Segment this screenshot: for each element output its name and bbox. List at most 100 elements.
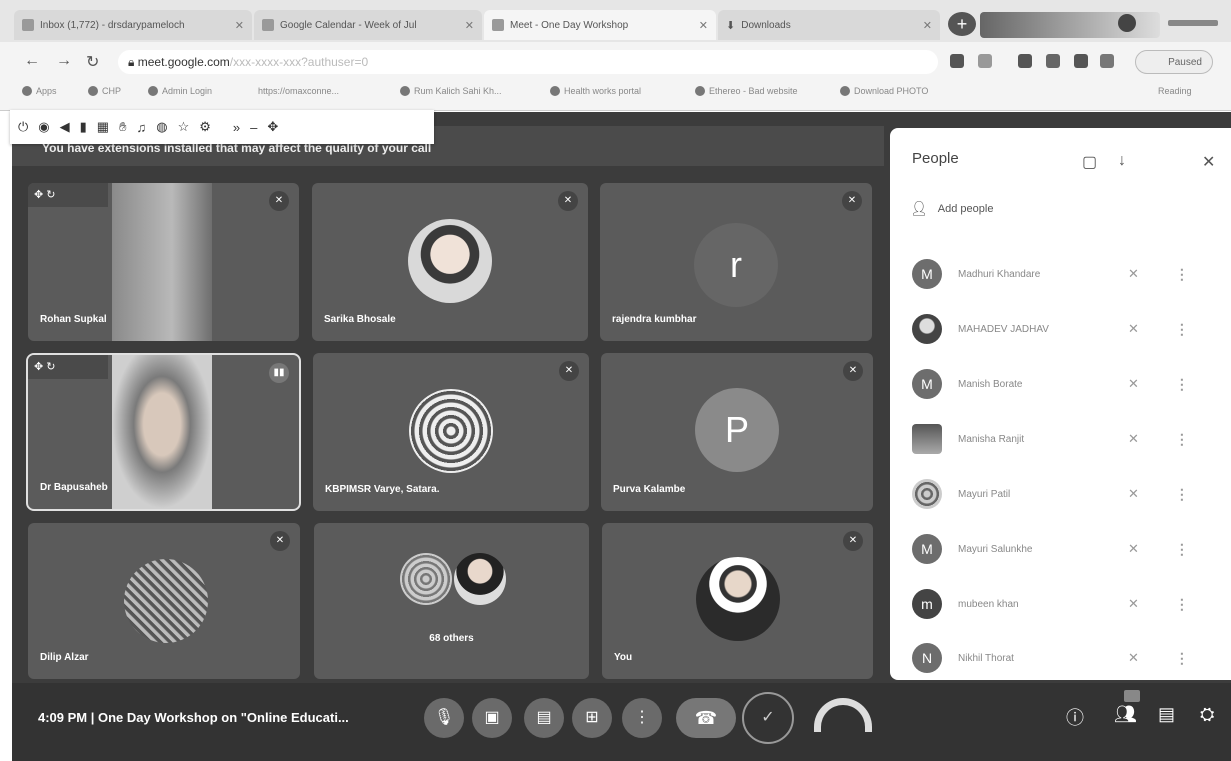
- camera-toggle-button[interactable]: ▣: [472, 698, 512, 738]
- forward-icon[interactable]: →: [56, 52, 72, 70]
- more-options-icon[interactable]: ⋮: [1175, 596, 1189, 613]
- check-icon[interactable]: ✓: [742, 692, 794, 744]
- participant-row[interactable]: Mayuri Patil ✕ ⋮: [900, 474, 1220, 514]
- extension-icon[interactable]: [950, 54, 964, 68]
- puzzle-icon[interactable]: [1100, 54, 1114, 68]
- window-controls[interactable]: [1168, 20, 1218, 26]
- bookmark-label: CHP: [102, 86, 122, 96]
- hand-icon[interactable]: ✋︎: [119, 119, 126, 135]
- close-icon[interactable]: ✕: [1202, 152, 1215, 172]
- mic-icon[interactable]: ♫: [137, 120, 147, 135]
- browser-tab[interactable]: Inbox (1,772) - drsdarypameloch ✕: [14, 10, 252, 40]
- chat-icon[interactable]: ▤: [1158, 704, 1175, 725]
- participant-tile[interactable]: ✕ Sarika Bhosale: [312, 183, 588, 341]
- star-icon[interactable]: ☆: [178, 119, 190, 135]
- gear-icon[interactable]: ⚙: [199, 119, 211, 135]
- participant-row[interactable]: m mubeen khan ✕ ⋮: [900, 584, 1220, 624]
- participant-row[interactable]: M Manish Borate ✕ ⋮: [900, 364, 1220, 404]
- bookmark-item[interactable]: CHP: [88, 86, 121, 96]
- more-options-icon[interactable]: ⋮: [1175, 266, 1189, 283]
- bookmark-item[interactable]: Health works portal: [550, 86, 641, 96]
- meet-icon: [492, 19, 504, 31]
- more-options-icon[interactable]: ⋮: [1175, 650, 1189, 667]
- speaker-icon[interactable]: ◀: [60, 119, 70, 135]
- lock-icon: 🔒︎: [128, 55, 138, 69]
- participant-name: rajendra kumbhar: [612, 314, 697, 325]
- add-people-button[interactable]: 👤︎ Add people: [910, 200, 993, 217]
- bookmark-icon: [148, 86, 158, 96]
- more-options-icon[interactable]: ⋮: [1175, 431, 1189, 448]
- participant-tile-speaking[interactable]: ✥ ↻ ▮▮ Dr Bapusaheb: [26, 353, 301, 511]
- arrow-down-icon[interactable]: ↓: [1118, 152, 1126, 170]
- close-icon[interactable]: ✕: [923, 19, 932, 32]
- pin-controls[interactable]: ✥ ↻: [28, 355, 108, 379]
- bookmark-item[interactable]: Download PHOTO: [840, 86, 928, 96]
- stop-icon[interactable]: ◍: [156, 119, 167, 135]
- power-icon[interactable]: ⏻: [18, 119, 28, 135]
- minimize-icon[interactable]: –: [250, 120, 257, 135]
- eye-icon[interactable]: ◉: [38, 119, 49, 135]
- info-icon[interactable]: ⓘ: [1066, 704, 1084, 730]
- more-options-icon[interactable]: ⋮: [1175, 486, 1189, 503]
- pin-controls[interactable]: ✥ ↻: [28, 183, 108, 207]
- move-icon[interactable]: ✥: [267, 119, 278, 135]
- participant-tile-others[interactable]: 68 others: [314, 523, 589, 679]
- participant-tile[interactable]: ✕ KBPIMSR Varye, Satara.: [313, 353, 589, 511]
- bookmark-item[interactable]: Apps: [22, 86, 57, 96]
- browser-tab[interactable]: ⬇ Downloads ✕: [718, 10, 940, 40]
- participant-row[interactable]: N Nikhil Thorat ✕ ⋮: [900, 638, 1220, 678]
- back-icon[interactable]: ←: [24, 52, 40, 70]
- participant-row[interactable]: M Madhuri Khandare ✕ ⋮: [900, 254, 1220, 294]
- present-button[interactable]: ⊞: [572, 698, 612, 738]
- participant-row[interactable]: M Mayuri Salunkhe ✕ ⋮: [900, 529, 1220, 569]
- check-extension-icon[interactable]: [1046, 54, 1060, 68]
- leave-call-button[interactable]: ☎: [676, 698, 736, 738]
- participant-avatar: [912, 479, 942, 509]
- more-options-button[interactable]: ⋮: [622, 698, 662, 738]
- tab-label: Google Calendar - Week of Jul: [280, 19, 417, 31]
- tab-label: Downloads: [741, 19, 791, 31]
- participant-row[interactable]: MAHADEV JADHAV ✕ ⋮: [900, 309, 1220, 349]
- participant-tile[interactable]: P ✕ Purva Kalambe: [601, 353, 873, 511]
- browser-tab[interactable]: Google Calendar - Week of Jul ✕: [254, 10, 482, 40]
- participant-tile-self[interactable]: ✕ You: [602, 523, 873, 679]
- reload-icon[interactable]: ↻: [86, 52, 99, 72]
- people-icon[interactable]: 👥︎: [1114, 704, 1137, 725]
- profile-paused-button[interactable]: Paused: [1135, 50, 1213, 74]
- bookmark-item[interactable]: Ethereo - Bad website: [695, 86, 798, 96]
- participant-tile[interactable]: ✕ Dilip Alzar: [28, 523, 300, 679]
- bookmark-item[interactable]: Rum Kalich Sahi Kh...: [400, 86, 502, 96]
- close-icon[interactable]: ✕: [235, 19, 244, 32]
- gallery-icon[interactable]: ▦: [97, 119, 109, 135]
- participant-row[interactable]: Manisha Ranjit ✕ ⋮: [900, 419, 1220, 459]
- more-options-icon[interactable]: ⋮: [1175, 541, 1189, 558]
- bookmark-icon: [88, 86, 98, 96]
- add-people-label: Add people: [937, 202, 994, 215]
- participant-tile[interactable]: ✥ ↻ ✕ Rohan Supkal: [28, 183, 299, 341]
- more-options-icon[interactable]: ⋮: [1175, 376, 1189, 393]
- close-icon[interactable]: ✕: [699, 19, 708, 32]
- star-icon[interactable]: [978, 54, 992, 68]
- reading-list-button[interactable]: Reading: [1158, 86, 1192, 96]
- close-icon[interactable]: ✕: [465, 19, 474, 32]
- activities-icon[interactable]: ⛭: [1200, 704, 1214, 725]
- captions-button[interactable]: ▤: [524, 698, 564, 738]
- participant-count-badge: [1124, 690, 1140, 702]
- participant-avatar: N: [912, 643, 942, 673]
- new-tab-button[interactable]: +: [948, 12, 976, 36]
- bookmark-item[interactable]: Admin Login: [148, 86, 212, 96]
- bookmark-item[interactable]: https://omaxconne...: [258, 86, 339, 96]
- mic-toggle-button[interactable]: 🎙︎: [424, 698, 464, 738]
- more-options-icon[interactable]: ⋮: [1175, 321, 1189, 338]
- host-controls-icon[interactable]: ▢: [1082, 152, 1097, 172]
- bookmark-icon: [550, 86, 560, 96]
- url-input[interactable]: 🔒︎ meet.google.com/xxx-xxxx-xxx?authuser…: [118, 50, 938, 74]
- browser-tab-active[interactable]: Meet - One Day Workshop ✕: [484, 10, 716, 40]
- extension-icon[interactable]: [1074, 54, 1088, 68]
- chevron-icon[interactable]: »: [233, 120, 240, 135]
- profile-icon[interactable]: [1118, 14, 1136, 32]
- trash-icon[interactable]: ▮: [80, 119, 87, 135]
- meeting-details[interactable]: 4:09 PM | One Day Workshop on "Online Ed…: [38, 710, 349, 725]
- extension-icon[interactable]: [1018, 54, 1032, 68]
- participant-tile[interactable]: r ✕ rajendra kumbhar: [600, 183, 872, 341]
